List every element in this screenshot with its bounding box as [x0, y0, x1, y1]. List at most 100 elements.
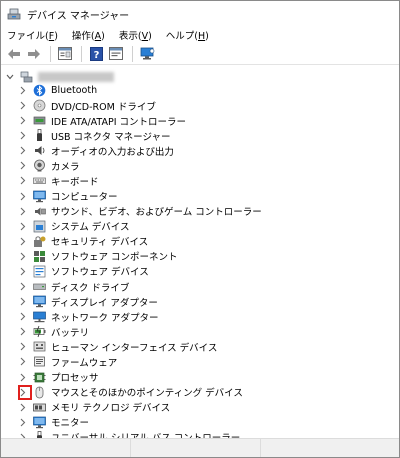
tree-item[interactable]: コンピューター	[18, 189, 118, 204]
tree-item[interactable]: Bluetooth	[18, 83, 97, 98]
tree-item[interactable]: オーディオの入力および出力	[18, 143, 174, 158]
computer-root-icon	[20, 70, 33, 83]
tree-item[interactable]: ディスク ドライブ	[18, 279, 129, 294]
tree-item[interactable]: ヒューマン インターフェイス デバイス	[18, 339, 217, 354]
expand-chevron-icon[interactable]	[18, 354, 28, 369]
device-tree: Bluetooth DVD/CD-ROM ドライブ IDE ATA/ATAPI コン…	[1, 65, 399, 438]
menu-file-tail: )	[54, 31, 58, 42]
tree-item-label: ヒューマン インターフェイス デバイス	[51, 342, 218, 354]
menu-file[interactable]: ファイル(F)	[7, 28, 58, 42]
tree-item[interactable]: IDE ATA/ATAPI コントローラー	[18, 113, 186, 128]
expand-chevron-icon[interactable]	[18, 415, 28, 430]
menu-action-tail: )	[101, 31, 105, 42]
tree-item-label: メモリ テクノロジ デバイス	[51, 403, 171, 415]
expand-chevron-icon[interactable]	[18, 143, 28, 158]
tree-item[interactable]: カメラ	[18, 158, 80, 173]
forward-button[interactable]	[25, 45, 43, 63]
expand-chevron-icon[interactable]	[18, 339, 28, 354]
help-button[interactable]: ?	[87, 45, 105, 63]
menu-help-tail: )	[205, 31, 209, 42]
toolbar-separator	[50, 45, 51, 62]
expand-chevron-icon[interactable]	[18, 249, 28, 264]
firmware-icon	[33, 355, 46, 368]
menu-bar: ファイル(F) 操作(A) 表示(V) ヘルプ(H)	[1, 27, 399, 43]
tree-item[interactable]: ディスプレイ アダプター	[18, 294, 158, 309]
tree-item-label: マウスとそのほかのポインティング デバイス	[51, 388, 243, 400]
tree-item[interactable]: メモリ テクノロジ デバイス	[18, 400, 170, 415]
expand-chevron-icon[interactable]	[18, 264, 28, 279]
tree-item-label: DVD/CD-ROM ドライブ	[51, 101, 156, 113]
properties-button[interactable]	[56, 45, 74, 63]
tree-item[interactable]: キーボード	[18, 173, 99, 188]
expand-chevron-icon[interactable]	[18, 324, 28, 339]
usb-controller-icon	[33, 430, 46, 438]
expand-chevron-icon[interactable]	[18, 204, 28, 219]
svg-text:?: ?	[93, 50, 99, 61]
menu-file-label: ファイル(	[7, 31, 49, 42]
tree-item-label: カメラ	[51, 161, 80, 173]
tree-item-label: コンピューター	[51, 192, 118, 204]
back-button[interactable]	[5, 45, 23, 63]
tree-item[interactable]: ソフトウェア コンポーネント	[18, 249, 178, 264]
tree-item-label: ネットワーク アダプター	[51, 312, 159, 324]
menu-view-label: 表示(	[118, 31, 142, 42]
dvd-drive-icon	[33, 99, 46, 112]
menu-action[interactable]: 操作(A)	[72, 28, 105, 42]
window-title: デバイス マネージャー	[27, 10, 130, 22]
software-device-icon	[33, 265, 46, 278]
tree-item[interactable]: サウンド、ビデオ、およびゲーム コントローラー	[18, 204, 262, 219]
expand-chevron-icon[interactable]	[18, 158, 28, 173]
status-bar	[1, 438, 399, 457]
expand-chevron-icon[interactable]	[18, 294, 28, 309]
menu-help-label: ヘルプ(	[165, 31, 198, 42]
expand-chevron-icon[interactable]	[18, 128, 28, 143]
keyboard-icon	[33, 174, 46, 187]
tree-item[interactable]: セキュリティ デバイス	[18, 234, 148, 249]
tree-item[interactable]: モニター	[18, 415, 89, 430]
tree-item[interactable]: ソフトウェア デバイス	[18, 264, 149, 279]
tree-item-label: キーボード	[51, 176, 99, 188]
tree-item[interactable]: バッテリ	[18, 324, 89, 339]
computer-icon	[33, 190, 46, 203]
tree-item[interactable]: ユニバーサル シリアル バス コントローラー	[18, 430, 240, 438]
tree-item[interactable]: システム デバイス	[18, 219, 129, 234]
menu-view-tail: )	[148, 31, 152, 42]
system-devices-icon	[33, 220, 46, 233]
expand-chevron-icon[interactable]	[18, 400, 28, 415]
memory-technology-icon	[33, 401, 46, 414]
monitor-icon	[33, 416, 46, 429]
highlight-annotation-box	[18, 385, 32, 400]
expand-chevron-icon[interactable]	[18, 113, 28, 128]
tree-item-label: サウンド、ビデオ、およびゲーム コントローラー	[51, 207, 262, 219]
tree-item[interactable]: プロセッサ	[18, 370, 99, 385]
scan-hardware-button[interactable]	[138, 45, 156, 63]
expand-chevron-icon[interactable]	[18, 279, 28, 294]
tree-item[interactable]: DVD/CD-ROM ドライブ	[18, 98, 156, 113]
tree-item-label: ソフトウェア コンポーネント	[51, 252, 178, 264]
tree-item-label: モニター	[51, 418, 90, 430]
expand-chevron-icon[interactable]	[18, 98, 28, 113]
properties-icon	[58, 47, 72, 60]
expand-chevron-icon[interactable]	[18, 370, 28, 385]
tree-item[interactable]: ネットワーク アダプター	[18, 309, 159, 324]
mouse-icon	[33, 386, 46, 399]
device-manager-app-icon	[7, 7, 21, 21]
expand-chevron-icon[interactable]	[18, 430, 28, 438]
tree-item[interactable]: マウスとそのほかのポインティング デバイス	[18, 385, 243, 400]
collapse-chevron-icon[interactable]	[5, 69, 15, 84]
scan-hardware-icon	[140, 47, 154, 59]
tree-root[interactable]	[5, 69, 114, 84]
processor-icon	[33, 371, 46, 384]
menu-view[interactable]: 表示(V)	[119, 28, 152, 42]
expand-chevron-icon[interactable]	[18, 234, 28, 249]
expand-chevron-icon[interactable]	[18, 189, 28, 204]
update-driver-button[interactable]	[107, 45, 125, 63]
expand-chevron-icon[interactable]	[18, 173, 28, 188]
expand-chevron-icon[interactable]	[18, 83, 28, 98]
tree-item[interactable]: USB コネクタ マネージャー	[18, 128, 171, 143]
expand-chevron-icon[interactable]	[18, 309, 28, 324]
tree-item[interactable]: ファームウェア	[18, 354, 117, 369]
ide-controller-icon	[33, 114, 46, 127]
expand-chevron-icon[interactable]	[18, 219, 28, 234]
menu-help[interactable]: ヘルプ(H)	[166, 28, 209, 42]
